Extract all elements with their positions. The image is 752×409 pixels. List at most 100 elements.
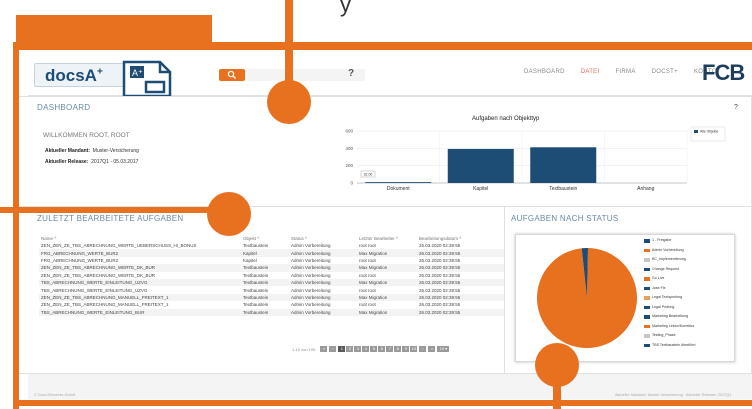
bar-chart-y-tick: 400 bbox=[345, 146, 353, 151]
table-row[interactable]: TBS_ABRECHNUNG_WERTE_EINLEITUNG_UZVG Text… bbox=[39, 286, 505, 293]
pager-page-button[interactable]: 6 bbox=[378, 346, 386, 352]
pager-page-button[interactable]: 8 bbox=[394, 346, 402, 352]
pagination: 1-10 von 100 « ‹ 1 2 3 4 5 6 7 8 9 10 › » 10 ▾ bbox=[292, 346, 450, 352]
table-cell: 26.03.2020 02:39:55 bbox=[419, 287, 461, 293]
table-row[interactable]: ZEN_ZEN_ZE_TBS_ABRECHNUNG_WERTE_DK_BUR Te… bbox=[39, 264, 505, 272]
bar-chart-y-tick: 0 bbox=[350, 181, 353, 186]
pie-legend-swatch bbox=[644, 239, 650, 243]
table-cell: Admin Vorbereitung bbox=[289, 308, 357, 316]
nav-docst[interactable]: DOCST+ bbox=[652, 69, 678, 75]
pie-chart bbox=[537, 248, 637, 348]
svg-text:A⁺: A⁺ bbox=[132, 68, 143, 78]
orange-marker-dot-bottom bbox=[535, 343, 579, 387]
table-row[interactable]: ZEN_ZEN_ZE_TBS_ABRECHNUNG_MANUELL_FREITE… bbox=[39, 301, 505, 308]
table-cell: Admin Vorbereitung bbox=[289, 264, 357, 272]
col-status[interactable]: Status ^ bbox=[289, 234, 357, 242]
nav-datei[interactable]: DATEI bbox=[581, 69, 600, 75]
table-cell: 26.03.2020 02:39:55 bbox=[419, 257, 461, 263]
table-cell: Admin Vorbereitung bbox=[291, 272, 331, 278]
orange-title-block bbox=[16, 15, 212, 45]
pager-page-button[interactable]: 7 bbox=[386, 346, 394, 352]
table-cell: Admin Vorbereitung bbox=[291, 257, 331, 263]
pie-legend-swatch bbox=[644, 296, 650, 300]
bar-legend-swatch bbox=[694, 130, 698, 133]
pager-first-button[interactable]: « bbox=[320, 346, 328, 352]
orange-horizontal-line-bottom bbox=[14, 400, 752, 406]
tasks-table: Name ^ Objekt ^ Status ^ Letzter Bearbei… bbox=[39, 234, 505, 316]
table-cell: Kapitel bbox=[241, 249, 289, 257]
pager-info: 1-10 von 100 bbox=[292, 346, 316, 352]
table-row[interactable]: ZEN_ZEN_ZE_TBS_ABRECHNUNG_WERTE_UEBERSCH… bbox=[39, 242, 505, 249]
table-cell: Textbaustein bbox=[241, 308, 289, 316]
pie-legend-label: BC_Implementierung bbox=[652, 257, 686, 261]
table-cell: 26.03.2020 02:39:55 bbox=[417, 249, 505, 257]
col-datum[interactable]: Bearbeitungsdatum ^ bbox=[417, 234, 505, 242]
pie-chart-box: 1 - Freigabe Admin Vorbereitung BC_Impleme… bbox=[515, 234, 735, 362]
tasks-table-body: ZEN_ZEN_ZE_TBS_ABRECHNUNG_WERTE_UEBERSCH… bbox=[39, 242, 505, 316]
table-cell: root root bbox=[359, 272, 376, 278]
table-row[interactable]: ZEN_ZEN_ZE_TBS_ABRECHNUNG_MANUELL_FREITE… bbox=[39, 293, 505, 302]
col-name[interactable]: Name ^ bbox=[39, 234, 241, 242]
pager-page-button[interactable]: 5 bbox=[370, 346, 378, 352]
pie-legend-label: Change Request bbox=[652, 266, 679, 271]
table-cell: 26.03.2020 02:39:55 bbox=[419, 272, 461, 278]
table-cell: 26.03.2020 02:39:55 bbox=[417, 308, 505, 316]
table-cell: 26.03.2020 02:39:55 bbox=[419, 302, 461, 308]
table-cell: TBS_ABRECHNUNG_WERTE_EINLEITUNG_UZVG bbox=[41, 287, 148, 293]
pie-legend-label: 1 - Freigabe bbox=[652, 238, 672, 242]
pager-page-button[interactable]: 10 bbox=[410, 346, 418, 352]
table-cell: ZEN_ZEN_ZE_TBS_ABRECHNUNG_WERTE_DK_BUR bbox=[41, 272, 155, 278]
bar-dokument bbox=[365, 182, 432, 183]
pie-legend-swatch bbox=[644, 248, 650, 252]
pager-prev-button[interactable]: ‹ bbox=[329, 346, 337, 352]
table-cell: ZEN_ZEN_ZE_TBS_ABRECHNUNG_WERTE_UEBERSCH… bbox=[41, 243, 197, 249]
table-cell: 26.03.2020 02:39:55 bbox=[417, 278, 505, 287]
welcome-text: WILLKOMMEN ROOT, ROOT bbox=[43, 132, 130, 139]
pager-page-button[interactable]: 4 bbox=[362, 346, 370, 352]
pager-page-button[interactable]: 3 bbox=[354, 346, 362, 352]
pie-legend-swatch bbox=[644, 343, 650, 347]
table-cell: Admin Vorbereitung bbox=[291, 287, 331, 293]
pie-legend-swatch bbox=[644, 267, 650, 271]
dashboard-help[interactable]: ? bbox=[734, 104, 738, 111]
pager-page-button[interactable]: 2 bbox=[346, 346, 354, 352]
pager-page-button[interactable]: 9 bbox=[402, 346, 410, 352]
pager-last-button[interactable]: » bbox=[428, 346, 436, 352]
table-cell: TBS_ABRECHNUNG_WERTE_EINLEITUNG_BUR bbox=[39, 308, 241, 316]
bar-legend-label: Alle Objekte bbox=[700, 130, 718, 134]
table-row[interactable]: ZEN_ZEN_ZE_TBS_ABRECHNUNG_WERTE_DK_BUR Te… bbox=[39, 272, 505, 279]
table-cell: 26.03.2020 02:39:55 bbox=[419, 243, 461, 249]
pie-legend-label: Marketing Bearbeitung bbox=[652, 314, 689, 318]
table-cell: FRG_ABRECHNUNG_WERTE_BUR2 bbox=[39, 249, 241, 257]
bar-chart: 600 400 200 0 Dokument Kapitel Textbaustein Anh… bbox=[345, 126, 726, 192]
nav-firma[interactable]: FIRMA bbox=[615, 69, 635, 75]
table-cell: Kapitel bbox=[243, 257, 257, 263]
status-panel-title: AUFGABEN NACH STATUS bbox=[511, 214, 619, 223]
table-row[interactable]: FRG_ABRECHNUNG_WERTE_BUR2 Kapitel Admin Vo… bbox=[39, 257, 505, 264]
pie-legend-item: TBS Textbaustein überführt bbox=[644, 343, 734, 354]
table-cell: ZEN_ZEN_ZE_TBS_ABRECHNUNG_MANUELL_FREITE… bbox=[39, 293, 241, 302]
orange-horizontal-line-top bbox=[14, 42, 752, 50]
pager-next-button[interactable]: › bbox=[419, 346, 427, 352]
search-input[interactable] bbox=[245, 69, 365, 81]
table-cell: Admin Vorbereitung bbox=[291, 243, 331, 249]
bar-chart-category-label: Anhang bbox=[637, 186, 654, 192]
document-icon: A⁺ bbox=[122, 60, 172, 98]
pager-size-select[interactable]: 10 ▾ bbox=[437, 346, 450, 352]
orange-vertical-line-left bbox=[13, 42, 19, 409]
table-cell: TBS_ABRECHNUNG_WERTE_EINLEITUNG_UZVG bbox=[39, 278, 241, 287]
nav-dashboard[interactable]: DASHBOARD bbox=[524, 69, 565, 75]
pager-page-button[interactable]: 1 bbox=[338, 346, 346, 352]
table-cell: Admin Vorbereitung bbox=[289, 249, 357, 257]
pie-legend-swatch bbox=[644, 305, 650, 309]
screenshot-stage: y docsA+ A⁺ ? DASHBOARD DATEI FIRMA DOCS… bbox=[0, 0, 752, 409]
top-navigation-bar: docsA+ A⁺ ? DASHBOARD DATEI FIRMA DOCST+… bbox=[28, 52, 752, 98]
pie-legend-label: Legal Textsprufung bbox=[652, 295, 683, 299]
col-bearbeiter[interactable]: Letzter Bearbeiter ^ bbox=[357, 234, 417, 242]
table-row[interactable]: TBS_ABRECHNUNG_WERTE_EINLEITUNG_BUR Textb… bbox=[39, 308, 505, 316]
table-cell: Admin Vorbereitung bbox=[289, 278, 357, 287]
table-row[interactable]: TBS_ABRECHNUNG_WERTE_EINLEITUNG_UZVG Text… bbox=[39, 278, 505, 287]
search-button[interactable] bbox=[219, 69, 245, 81]
col-objekt[interactable]: Objekt ^ bbox=[241, 234, 289, 242]
table-row[interactable]: FRG_ABRECHNUNG_WERTE_BUR2 Kapitel Admin Vo… bbox=[39, 249, 505, 257]
